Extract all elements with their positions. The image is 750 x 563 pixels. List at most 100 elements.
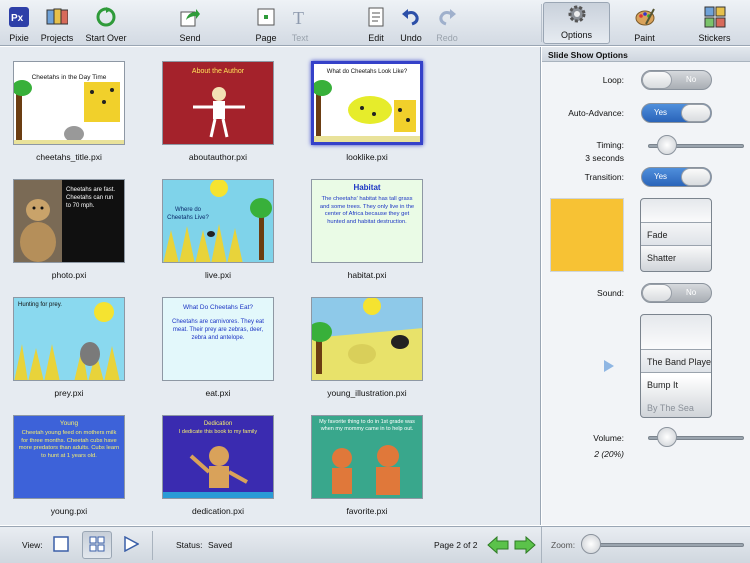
gallery-item[interactable]: Cheetahs in the Day Time cheetahs_title.… [12, 61, 126, 162]
thumbnail-habitat: Habitat The cheetahs' habitat has tall g… [311, 179, 423, 263]
stickers-icon [704, 6, 726, 28]
thumbnail-eat: What Do Cheetahs Eat? Cheetahs are carni… [162, 297, 274, 381]
sound-option[interactable]: Bump It [641, 373, 711, 397]
volume-label: Volume: [593, 433, 624, 443]
zoom-slider-track[interactable] [588, 543, 744, 547]
thumbnail-favorite: My favorite thing to do in 1st grade was… [311, 415, 423, 499]
bottom-bar: View: Status: Saved Page 2 of 2 Zoom: [0, 526, 750, 563]
gallery-item[interactable]: Where do Cheetahs Live? live.pxi [161, 179, 275, 280]
thumbnail-young: Young Cheetah young feed on mothers milk… [13, 415, 125, 499]
gallery-item[interactable]: Habitat The cheetahs' habitat has tall g… [310, 179, 424, 280]
transition-picker[interactable]: Fade Shatter [640, 198, 712, 272]
gallery-item[interactable]: About the Author aboutauthor.pxi [161, 61, 275, 162]
previous-page-button[interactable] [487, 535, 509, 557]
gallery-item[interactable]: My favorite thing to do in 1st grade was… [310, 415, 424, 516]
zoom-slider-knob[interactable] [581, 534, 601, 554]
grid-icon [89, 536, 105, 555]
loop-toggle-knob [642, 71, 672, 89]
thumbnail-prey: Hunting for prey. [13, 297, 125, 381]
loop-label: Loop: [602, 75, 624, 85]
auto-advance-label: Auto-Advance: [568, 108, 624, 118]
sound-label: Sound: [597, 288, 624, 298]
paint-palette-icon [634, 6, 656, 28]
transition-toggle[interactable]: Yes [641, 167, 712, 187]
page-gallery: Cheetahs in the Day Time cheetahs_title.… [0, 47, 541, 525]
single-page-icon [53, 535, 69, 555]
svg-text:Px: Px [11, 13, 24, 24]
start-over-button[interactable]: Start Over [84, 0, 128, 46]
options-gear-icon [566, 3, 588, 25]
gallery-item[interactable]: Dedication I dedicate this book to my fa… [161, 415, 275, 516]
play-icon [123, 535, 140, 555]
loop-toggle[interactable]: No [641, 70, 712, 90]
transition-toggle-knob [681, 168, 711, 186]
redo-icon [436, 6, 458, 28]
gallery-item[interactable]: Young Cheetah young feed on mothers milk… [12, 415, 126, 516]
bottom-divider [152, 531, 153, 560]
status-label: Status: [176, 540, 203, 550]
timing-label: Timing: [596, 140, 624, 150]
send-button[interactable]: Send [175, 0, 205, 46]
edit-icon [365, 6, 387, 28]
next-page-button[interactable] [514, 535, 536, 557]
transition-option[interactable] [641, 199, 711, 222]
gallery-item[interactable]: young_illustration.pxi [310, 297, 424, 398]
arrow-left-icon [487, 535, 509, 557]
auto-advance-toggle[interactable]: Yes [641, 103, 712, 123]
timing-value: 3 seconds [585, 153, 624, 163]
undo-button[interactable]: Undo [397, 0, 425, 46]
svg-text:T: T [293, 8, 304, 28]
transition-label: Transition: [584, 172, 624, 182]
projects-button[interactable]: Projects [40, 0, 74, 46]
sound-toggle-knob [642, 284, 672, 302]
zoom-label: Zoom: [551, 540, 576, 550]
text-icon: T [289, 6, 311, 28]
tab-stickers[interactable]: Stickers [681, 0, 748, 46]
thumbnail-aboutauthor: About the Author [162, 61, 274, 145]
thumbnail-looklike: What do Cheetahs Look Like? [311, 61, 423, 145]
thumbnail-cheetahs-title: Cheetahs in the Day Time [13, 61, 125, 145]
pixie-button[interactable]: Px Pixie [4, 0, 34, 46]
page-indicator: Page 2 of 2 [434, 540, 478, 550]
slideshow-play-button[interactable] [116, 531, 146, 559]
sound-option[interactable] [641, 315, 711, 349]
status-value: Saved [208, 540, 233, 550]
view-label: View: [22, 540, 43, 550]
text-button[interactable]: T Text [287, 0, 313, 46]
sound-toggle[interactable]: No [641, 283, 712, 303]
gallery-item[interactable]: Cheetahs are fast. Cheetahs can run to 7… [12, 179, 126, 280]
play-sound-icon[interactable] [602, 359, 616, 376]
page-button[interactable]: Page [252, 0, 280, 46]
gallery-item[interactable]: What Do Cheetahs Eat? Cheetahs are carni… [161, 297, 275, 398]
sound-option[interactable]: By The Sea [641, 397, 711, 415]
transition-option[interactable]: Shatter [641, 246, 711, 270]
sound-picker[interactable]: The Band Playe... Bump It By The Sea [640, 314, 712, 418]
slide-show-options-panel: Slide Show Options Loop: No Auto-Advance… [542, 47, 750, 525]
thumbnail-live: Where do Cheetahs Live? [162, 179, 274, 263]
redo-button[interactable]: Redo [433, 0, 461, 46]
tab-options[interactable]: Options [543, 2, 610, 44]
toolbar: Px Pixie Projects Start Over Send Page T… [0, 0, 750, 46]
arrow-right-icon [514, 535, 536, 557]
transition-option-selected[interactable]: Fade [641, 222, 711, 246]
gallery-item[interactable]: Hunting for prey. prey.pxi [12, 297, 126, 398]
panel-title: Slide Show Options [542, 47, 750, 62]
edit-button[interactable]: Edit [363, 0, 389, 46]
pixie-logo-icon: Px [8, 6, 30, 28]
thumbnail-dedication: Dedication I dedicate this book to my fa… [162, 415, 274, 499]
page-icon [255, 6, 277, 28]
timing-slider-knob[interactable] [657, 135, 678, 155]
gallery-item-selected[interactable]: What do Cheetahs Look Like? looklike.pxi [310, 61, 424, 162]
thumbnail-photo: Cheetahs are fast. Cheetahs can run to 7… [13, 179, 125, 263]
thumbnail-young-illustration [311, 297, 423, 381]
single-page-view-button[interactable] [46, 531, 76, 559]
start-over-icon [95, 6, 117, 28]
send-icon [179, 6, 201, 28]
auto-advance-toggle-knob [681, 104, 711, 122]
sound-option-selected[interactable]: The Band Playe... [641, 349, 711, 373]
grid-view-button[interactable] [82, 531, 112, 559]
bottom-divider [541, 527, 542, 563]
volume-slider-knob[interactable] [657, 427, 678, 447]
volume-value: 2 (20%) [594, 449, 624, 459]
tab-paint[interactable]: Paint [611, 0, 678, 46]
